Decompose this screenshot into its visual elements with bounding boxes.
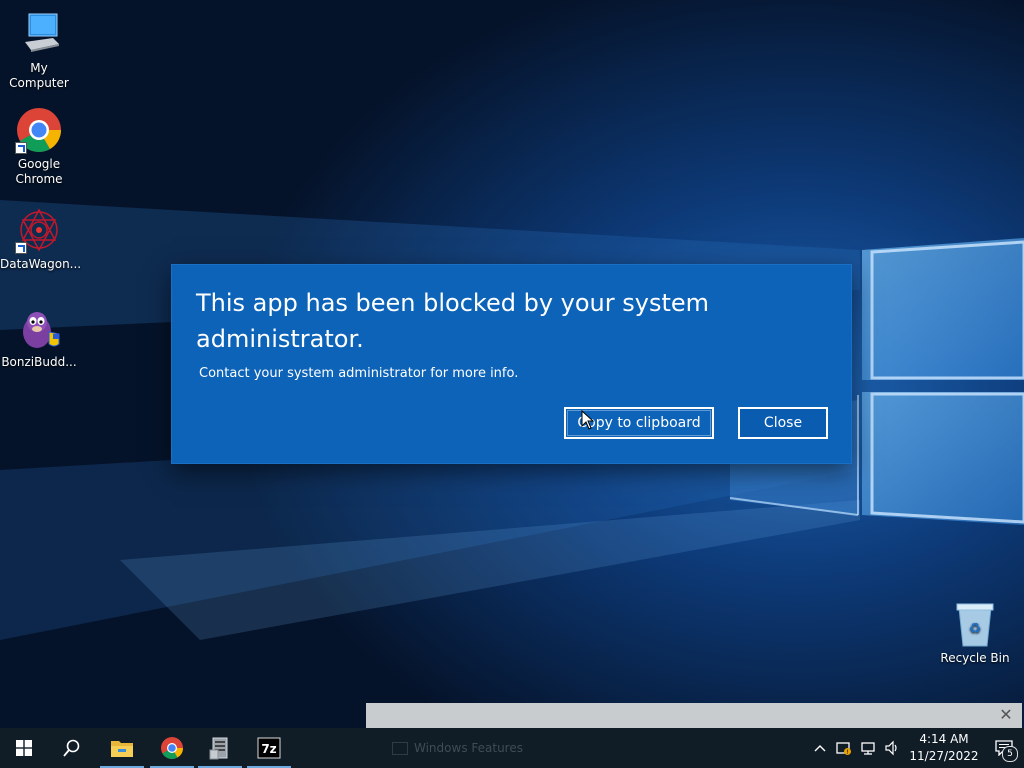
svg-text:♻: ♻ (969, 621, 982, 637)
notification-count-badge: 5 (1002, 746, 1018, 762)
desktop-icon-bonzibuddy[interactable]: BonziBudd... (0, 304, 78, 370)
taskbar-7zip[interactable]: 7z (245, 728, 293, 768)
action-center-button[interactable]: 5 (984, 728, 1024, 768)
notification-strip: ✕ (366, 703, 1022, 730)
recycle-bin-icon: ♻ (951, 600, 999, 648)
desktop-icon-label: DataWagon... (0, 257, 82, 271)
shortcut-arrow-icon (15, 242, 27, 254)
taskbar-file-explorer[interactable] (98, 728, 146, 768)
chevron-up-icon[interactable] (808, 728, 832, 768)
desktop-icon-label: BonziBudd... (1, 355, 77, 369)
desktop-icon-my-computer[interactable]: My Computer (0, 10, 78, 91)
search-button[interactable] (48, 728, 96, 768)
svg-text:7z: 7z (261, 742, 276, 756)
file-explorer-icon (111, 741, 133, 757)
desktop-icon-label: Google Chrome (15, 157, 63, 186)
security-alert-icon[interactable]: ! (832, 728, 856, 768)
close-button[interactable]: Close (738, 407, 828, 439)
taskbar-clock[interactable]: 4:14 AM 11/27/2022 (904, 731, 984, 765)
shortcut-arrow-icon (15, 142, 27, 154)
mouse-cursor-icon (581, 410, 595, 430)
datawagon-icon (15, 206, 63, 254)
computer-icon (15, 10, 63, 58)
7zip-icon: 7z (257, 737, 281, 759)
svg-text:!: ! (846, 749, 848, 756)
volume-icon[interactable] (880, 728, 904, 768)
window-icon (392, 741, 408, 755)
chrome-icon (15, 106, 63, 154)
system-tray: ! 4:14 AM 11/27/2022 5 (808, 728, 1024, 768)
desktop-icon-recycle-bin[interactable]: ♻ Recycle Bin (936, 600, 1014, 666)
running-app-label: Windows Features (414, 741, 523, 755)
blocked-app-dialog: This app has been blocked by your system… (172, 265, 851, 463)
server-manager-icon (209, 737, 228, 760)
desktop-icon-google-chrome[interactable]: Google Chrome (0, 106, 78, 187)
clock-time: 4:14 AM (919, 732, 969, 746)
network-icon[interactable] (856, 728, 880, 768)
start-icon (16, 740, 32, 756)
start-button[interactable] (0, 728, 48, 768)
dialog-message: Contact your system administrator for mo… (199, 366, 519, 381)
close-icon[interactable]: ✕ (998, 707, 1014, 723)
chrome-icon (161, 737, 183, 759)
bonzibuddy-icon (15, 304, 63, 352)
taskbar-chrome[interactable] (148, 728, 196, 768)
desktop-icon-label: Recycle Bin (940, 651, 1010, 665)
search-icon (63, 739, 80, 757)
taskbar: 7z Windows Features ! 4:14 AM 11/27/2022… (0, 728, 1024, 768)
desktop-icon-label: My Computer (9, 61, 69, 90)
taskbar-running-app[interactable]: Windows Features (392, 728, 552, 768)
taskbar-server-manager[interactable] (196, 728, 244, 768)
desktop-icon-datawagon[interactable]: DataWagon... (0, 206, 82, 272)
dialog-title: This app has been blocked by your system… (196, 289, 710, 353)
clock-date: 11/27/2022 (909, 749, 979, 763)
